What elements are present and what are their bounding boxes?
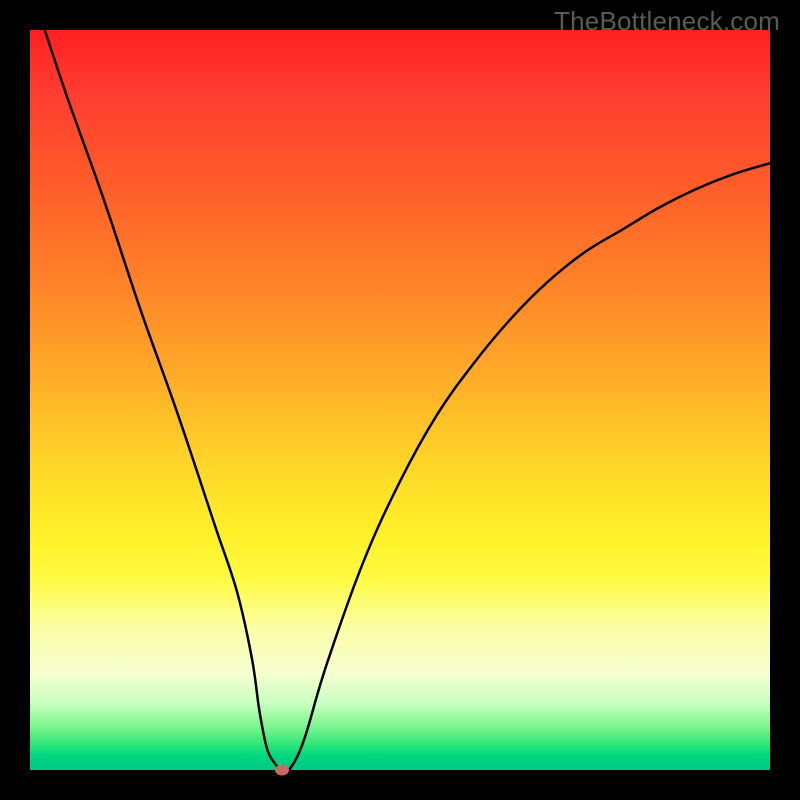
bottleneck-curve-path: [45, 30, 770, 770]
curve-svg: [30, 30, 770, 770]
plot-area: [30, 30, 770, 770]
minimum-marker: [275, 765, 289, 776]
chart-container: TheBottleneck.com: [0, 0, 800, 800]
